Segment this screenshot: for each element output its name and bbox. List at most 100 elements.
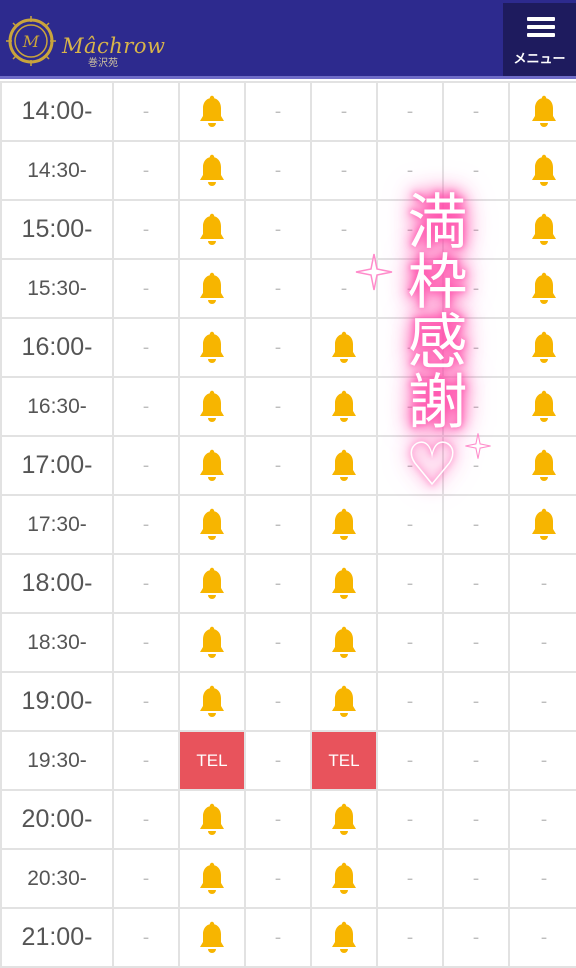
available-bell-icon[interactable] [310, 907, 378, 968]
time-slot-label: 17:00- [0, 435, 114, 496]
available-bell-icon[interactable] [178, 848, 246, 909]
tel-button[interactable]: TEL [310, 730, 378, 791]
time-slot-label: 19:30- [0, 730, 114, 791]
available-bell-icon[interactable] [178, 317, 246, 378]
time-slot-label: 15:00- [0, 199, 114, 260]
unavailable-cell: - [310, 140, 378, 201]
available-bell-icon[interactable] [310, 789, 378, 850]
available-bell-icon[interactable] [178, 376, 246, 437]
unavailable-cell: - [244, 258, 312, 319]
unavailable-cell: - [442, 612, 510, 673]
available-bell-icon[interactable] [310, 671, 378, 732]
svg-text:M: M [22, 32, 40, 51]
unavailable-cell: - [442, 730, 510, 791]
unavailable-cell: - [310, 258, 378, 319]
available-bell-icon[interactable] [508, 435, 576, 496]
available-bell-icon[interactable] [178, 435, 246, 496]
schedule-row: 20:30- - - - - - [0, 848, 576, 909]
schedule-row: 19:30- - TEL - TEL - - - [0, 730, 576, 791]
unavailable-cell: - [112, 907, 180, 968]
available-bell-icon[interactable] [178, 140, 246, 201]
unavailable-cell: - [244, 612, 312, 673]
unavailable-cell: - [112, 140, 180, 201]
unavailable-cell: - [376, 317, 444, 378]
time-slot-label: 20:30- [0, 848, 114, 909]
available-bell-icon[interactable] [310, 317, 378, 378]
time-slot-label: 17:30- [0, 494, 114, 555]
schedule-row: 18:30- - - - - - [0, 612, 576, 673]
unavailable-cell: - [112, 671, 180, 732]
available-bell-icon[interactable] [310, 376, 378, 437]
available-bell-icon[interactable] [310, 494, 378, 555]
unavailable-cell: - [112, 376, 180, 437]
available-bell-icon[interactable] [178, 671, 246, 732]
unavailable-cell: - [376, 730, 444, 791]
unavailable-cell: - [244, 494, 312, 555]
unavailable-cell: - [244, 140, 312, 201]
schedule-row: 15:00- - - - - - [0, 199, 576, 260]
available-bell-icon[interactable] [508, 81, 576, 142]
unavailable-cell: - [376, 81, 444, 142]
available-bell-icon[interactable] [178, 199, 246, 260]
available-bell-icon[interactable] [178, 907, 246, 968]
unavailable-cell: - [442, 789, 510, 850]
unavailable-cell: - [244, 553, 312, 614]
unavailable-cell: - [376, 789, 444, 850]
unavailable-cell: - [376, 435, 444, 496]
menu-button[interactable]: メニュー [503, 3, 576, 76]
unavailable-cell: - [244, 789, 312, 850]
unavailable-cell: - [244, 199, 312, 260]
available-bell-icon[interactable] [178, 494, 246, 555]
available-bell-icon[interactable] [178, 789, 246, 850]
available-bell-icon[interactable] [508, 140, 576, 201]
unavailable-cell: - [508, 553, 576, 614]
unavailable-cell: - [244, 376, 312, 437]
available-bell-icon[interactable] [178, 258, 246, 319]
available-bell-icon[interactable] [508, 199, 576, 260]
unavailable-cell: - [244, 730, 312, 791]
available-bell-icon[interactable] [310, 553, 378, 614]
unavailable-cell: - [376, 671, 444, 732]
unavailable-cell: - [508, 789, 576, 850]
tel-button[interactable]: TEL [178, 730, 246, 791]
time-slot-label: 21:00- [0, 907, 114, 968]
site-logo[interactable]: M Mâchrow 巻沢苑 [6, 16, 166, 69]
time-slot-label: 16:30- [0, 376, 114, 437]
available-bell-icon[interactable] [310, 848, 378, 909]
unavailable-cell: - [442, 81, 510, 142]
unavailable-cell: - [244, 317, 312, 378]
available-bell-icon[interactable] [178, 612, 246, 673]
available-bell-icon[interactable] [310, 612, 378, 673]
unavailable-cell: - [112, 848, 180, 909]
time-slot-label: 14:00- [0, 81, 114, 142]
available-bell-icon[interactable] [508, 376, 576, 437]
available-bell-icon[interactable] [178, 81, 246, 142]
unavailable-cell: - [442, 671, 510, 732]
unavailable-cell: - [112, 317, 180, 378]
unavailable-cell: - [376, 612, 444, 673]
unavailable-cell: - [244, 907, 312, 968]
schedule-row: 17:30- - - - - [0, 494, 576, 555]
schedule-row: 14:30- - - - - - [0, 140, 576, 201]
time-slot-label: 14:30- [0, 140, 114, 201]
schedule-row: 15:30- - - - - - [0, 258, 576, 319]
available-bell-icon[interactable] [508, 258, 576, 319]
unavailable-cell: - [112, 730, 180, 791]
unavailable-cell: - [244, 435, 312, 496]
available-bell-icon[interactable] [310, 435, 378, 496]
available-bell-icon[interactable] [178, 553, 246, 614]
time-slot-label: 18:30- [0, 612, 114, 673]
unavailable-cell: - [310, 81, 378, 142]
unavailable-cell: - [112, 81, 180, 142]
unavailable-cell: - [112, 435, 180, 496]
unavailable-cell: - [442, 907, 510, 968]
schedule-row: 16:30- - - - - [0, 376, 576, 437]
unavailable-cell: - [112, 199, 180, 260]
unavailable-cell: - [508, 907, 576, 968]
unavailable-cell: - [376, 848, 444, 909]
unavailable-cell: - [244, 671, 312, 732]
available-bell-icon[interactable] [508, 317, 576, 378]
unavailable-cell: - [442, 140, 510, 201]
unavailable-cell: - [442, 435, 510, 496]
available-bell-icon[interactable] [508, 494, 576, 555]
